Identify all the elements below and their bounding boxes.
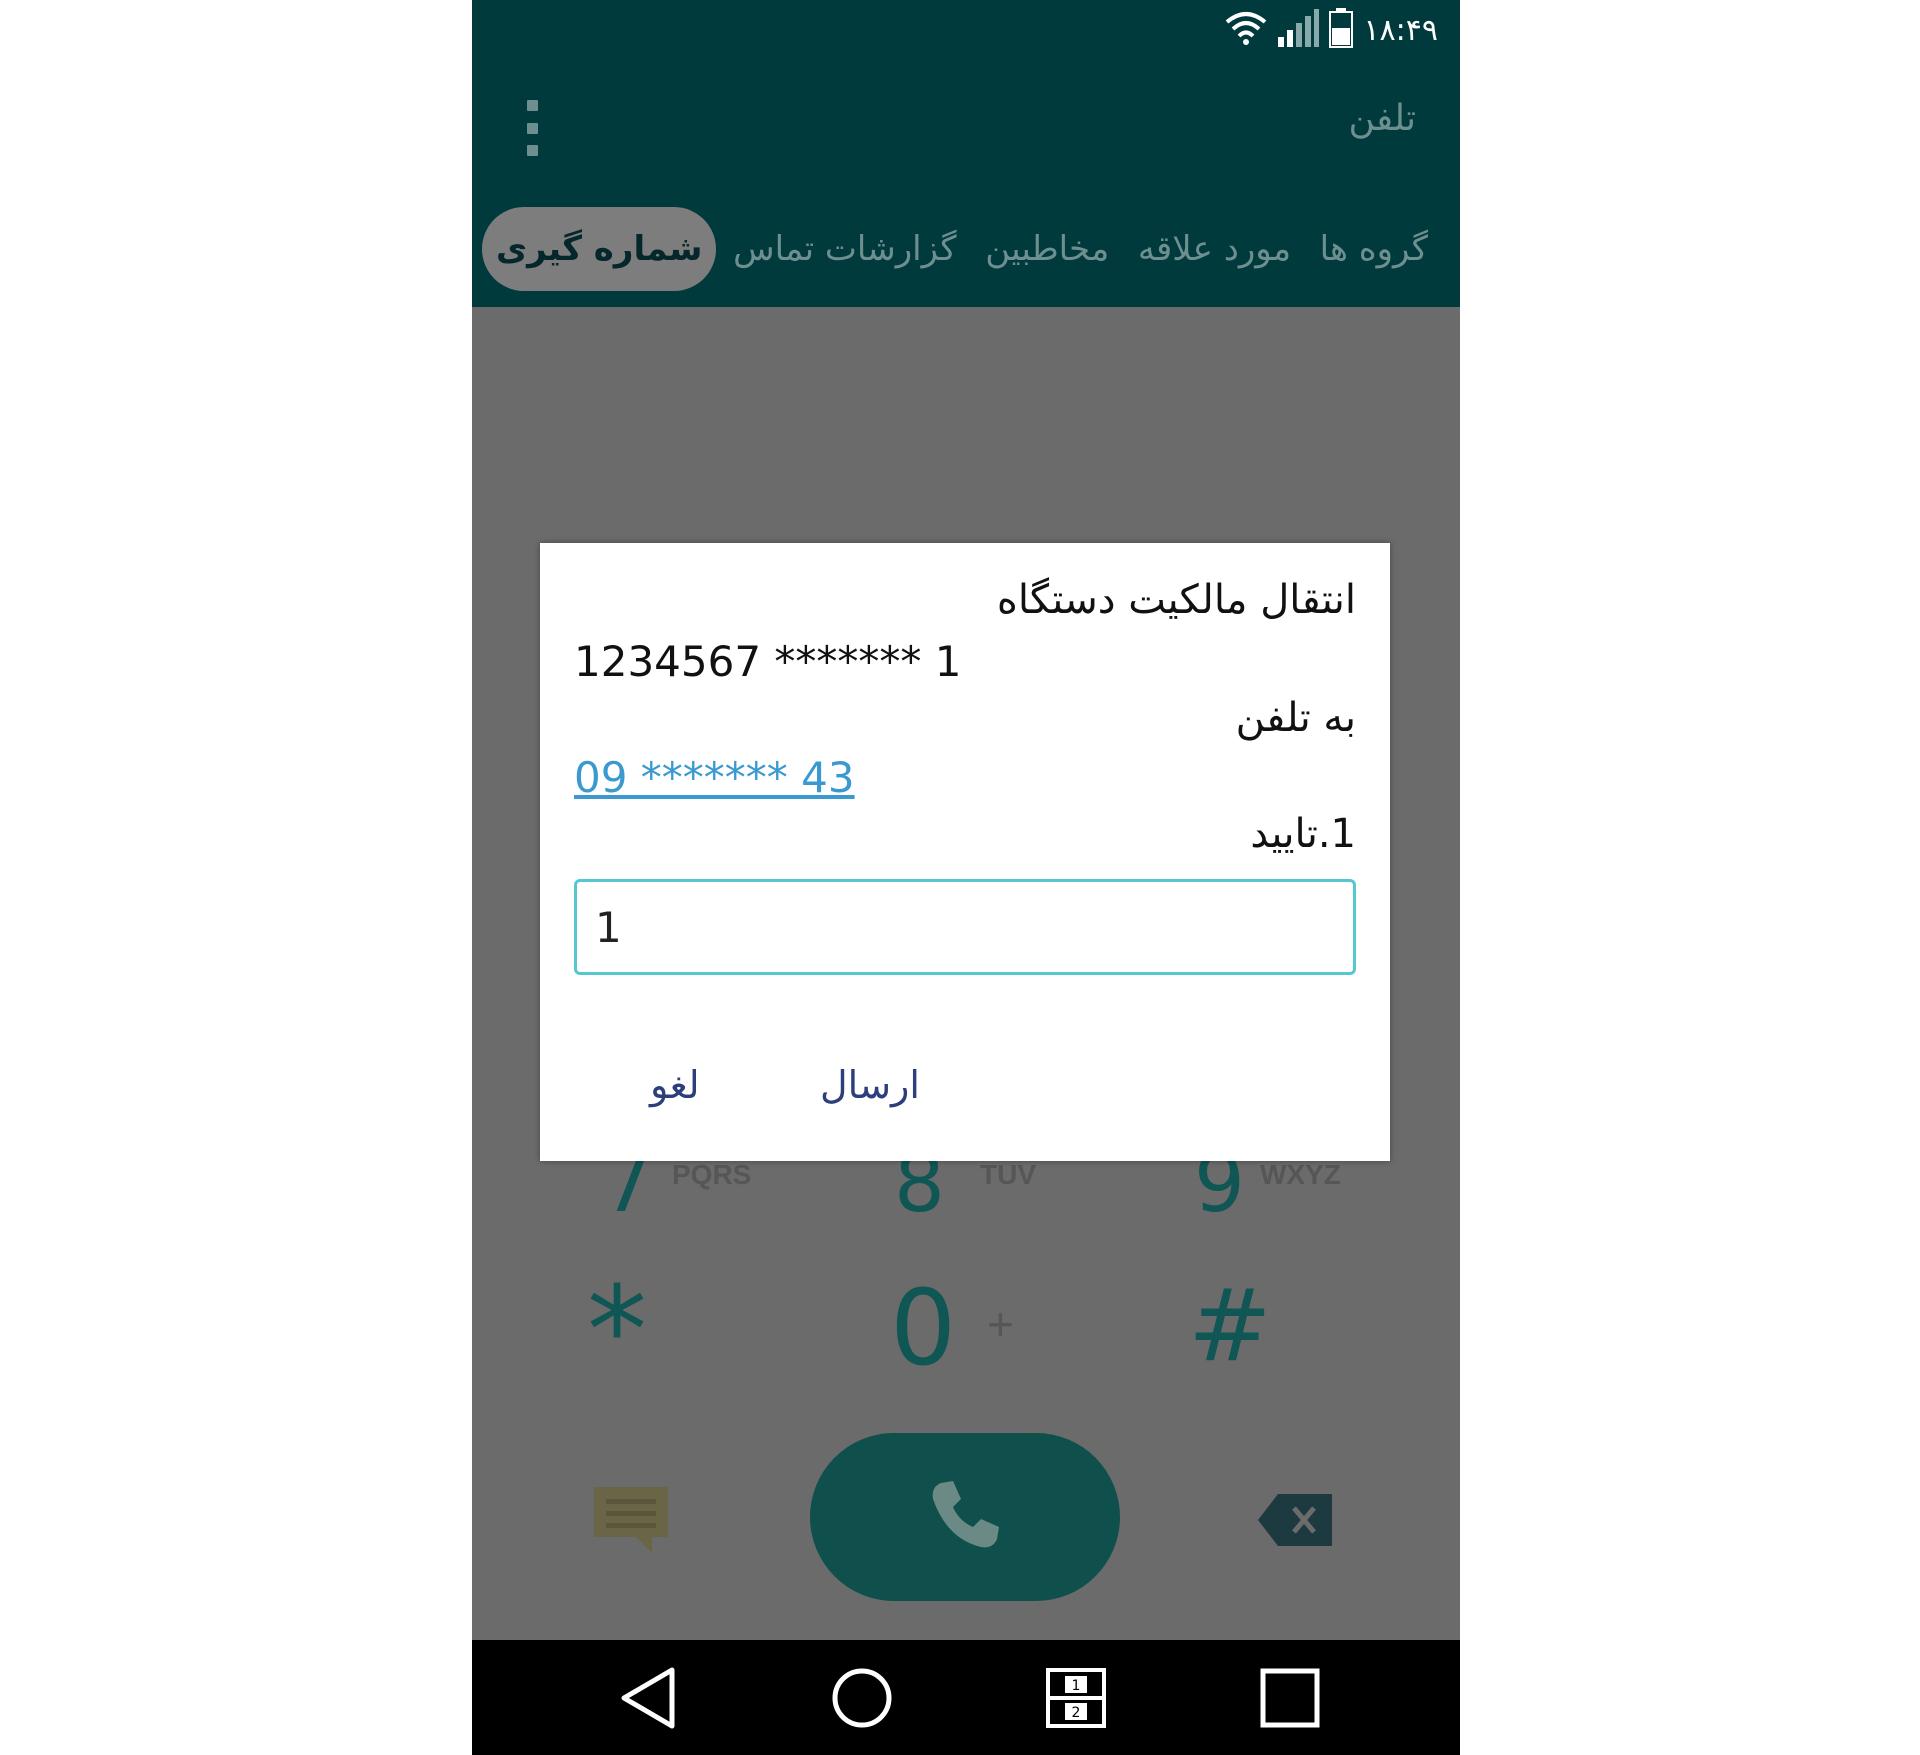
dial-key-7-letters: PQRS [672,1159,752,1190]
dialog-to-phone: به تلفن [1235,695,1356,741]
dial-key-hash[interactable]: # [1188,1267,1272,1384]
recents-icon[interactable] [1254,1662,1326,1734]
message-icon[interactable] [592,1485,670,1555]
dial-key-star[interactable]: * [587,1262,647,1401]
svg-text:1: 1 [1072,1678,1081,1694]
dial-key-0[interactable]: 0 [890,1267,956,1389]
wifi-icon [1225,10,1267,50]
call-button[interactable] [810,1433,1120,1601]
tab-bar: گروه ها مورد علاقه مخاطبین گزارشات تماس … [472,190,1460,307]
home-icon[interactable] [826,1662,898,1734]
battery-icon [1329,8,1354,52]
phone-icon [927,1477,1003,1557]
dialog-option-confirm: 1.تایید [1250,811,1356,857]
dial-key-9-letters: WXYZ [1260,1159,1341,1190]
status-bar: ۱۸:۴۹ [472,0,1460,60]
overflow-menu-icon[interactable] [522,100,542,156]
app-bar: تلفن [472,60,1460,190]
tab-contacts[interactable]: مخاطبین [973,215,1121,283]
dual-window-icon[interactable]: 1 2 [1040,1662,1112,1734]
tab-groups[interactable]: گروه ها [1308,215,1440,283]
phone-screen: ۱۸:۴۹ تلفن گروه ها مورد علاقه مخاطبین گز… [472,0,1460,1755]
send-button[interactable]: ارسال [820,1063,920,1107]
dialog-target-phone-link[interactable]: 09 ******* 43 [574,753,855,802]
svg-text:2: 2 [1072,1705,1081,1721]
tab-dialer[interactable]: شماره گیری [482,206,717,291]
dialog-number-line: 1234567 ******* 1 [574,637,962,686]
tab-call-logs[interactable]: گزارشات تماس [721,215,968,283]
tab-favorites[interactable]: مورد علاقه [1126,215,1303,283]
ussd-dialog: انتقال مالکیت دستگاه 1234567 ******* 1 ب… [540,543,1390,1161]
status-time: ۱۸:۴۹ [1363,12,1438,48]
app-title: تلفن [1348,98,1416,139]
backspace-icon[interactable] [1256,1492,1334,1548]
dial-key-8-letters: TUV [980,1159,1036,1190]
dialog-title: انتقال مالکیت دستگاه [996,577,1356,623]
dialog-reply-input[interactable] [574,879,1356,975]
navigation-bar: 1 2 [472,1640,1460,1755]
signal-icon [1277,9,1320,51]
cancel-button[interactable]: لغو [650,1063,700,1107]
dial-key-0-plus: + [987,1298,1014,1350]
status-icons: ۱۸:۴۹ [1225,8,1438,52]
back-icon[interactable] [612,1662,684,1734]
